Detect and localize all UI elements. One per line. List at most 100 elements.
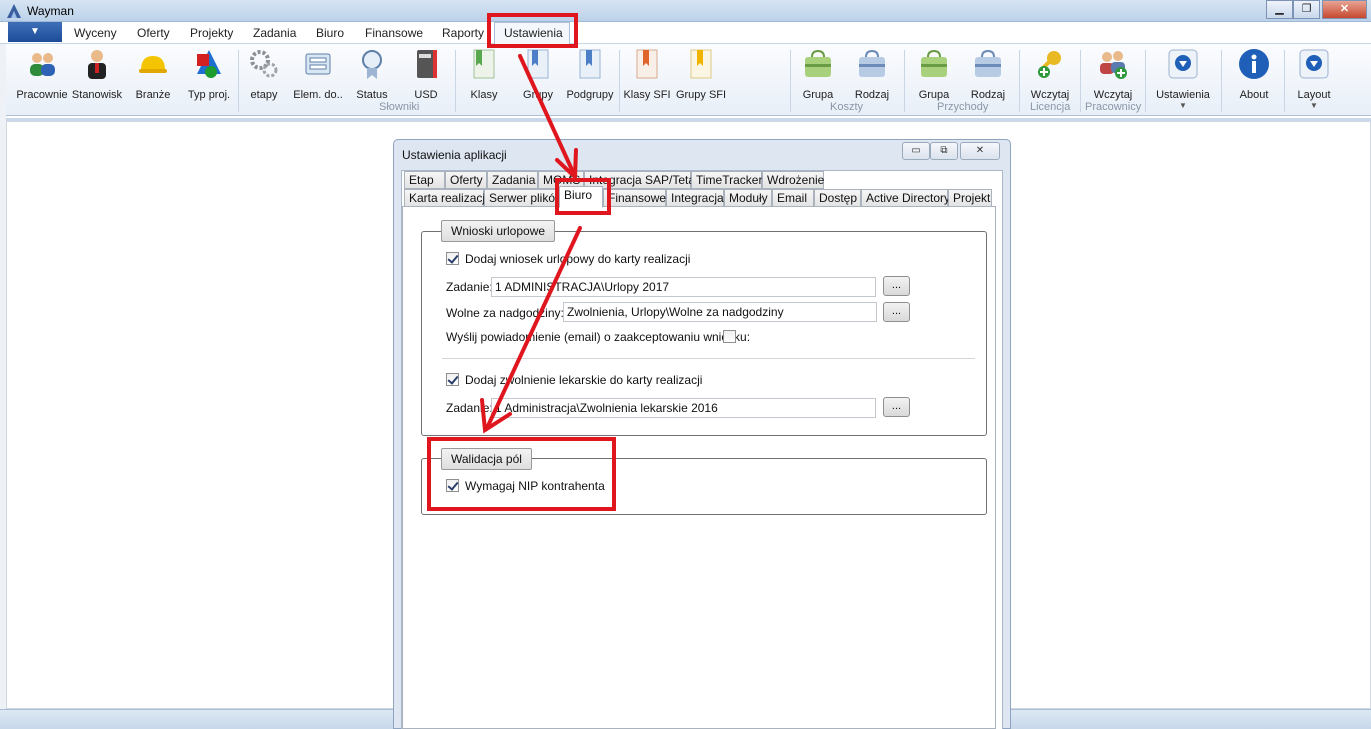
ribbon-koszty-grupa-button[interactable]: Grupa <box>798 48 838 101</box>
tab-karta-realizacji[interactable]: Karta realizacji <box>404 189 488 207</box>
ribbon-typ-proj-button[interactable]: Typ proj. <box>184 48 234 101</box>
tab-biuro[interactable]: Biuro <box>559 186 603 208</box>
menu-finansowe[interactable]: Finansowe <box>365 26 423 40</box>
add-sick-label: Dodaj zwolnienie lekarskie do karty real… <box>465 373 703 387</box>
ribbon-label: Rodzaj <box>970 89 1006 101</box>
ribbon-klasy-sfi-button[interactable]: Klasy SFI <box>620 48 674 101</box>
require-nip-label: Wymagaj NIP kontrahenta <box>465 479 605 493</box>
ribbon-label: Klasy SFI <box>623 89 671 101</box>
ribbon-branze-button[interactable]: Branże <box>130 48 176 101</box>
validation-group-header: Walidacja pól <box>441 448 532 470</box>
group-label-przychody: Przychody <box>937 101 989 113</box>
tab-integracja[interactable]: Integracja <box>666 189 724 207</box>
task-field[interactable]: 1 ADMINISTRACJA\Urlopy 2017 <box>491 277 876 297</box>
overtime-browse-button[interactable]: ... <box>883 302 910 322</box>
menu-projekty[interactable]: Projekty <box>190 26 233 40</box>
bookmark-yellow-icon <box>690 49 712 79</box>
tray-icon <box>305 53 331 75</box>
gears-icon <box>250 50 278 78</box>
tab-projekt[interactable]: Projekt <box>948 189 992 207</box>
ribbon-pracownicy-wczytaj-button[interactable]: Wczytaj <box>1088 48 1138 101</box>
app-menu-button[interactable]: ▼ <box>8 22 62 42</box>
ribbon-separator <box>904 50 905 112</box>
dialog-minimize-button[interactable]: ▭ <box>902 142 930 160</box>
ribbon-label: etapy <box>250 89 278 101</box>
tab-active-directory[interactable]: Active Directory <box>861 189 950 207</box>
tab-wdrozenie[interactable]: Wdrożenie <box>762 171 824 189</box>
ribbon-about-button[interactable]: About <box>1234 48 1274 101</box>
tab-email[interactable]: Email <box>772 189 814 207</box>
ribbon-label: Grupy SFI <box>675 89 727 101</box>
notify-checkbox[interactable] <box>723 330 736 343</box>
ribbon-ustawienia-button[interactable]: Ustawienia ▼ <box>1153 48 1213 110</box>
overtime-field[interactable]: Zwolnienia, Urlopy\Wolne za nadgodziny <box>563 302 877 322</box>
ribbon-grupy-button[interactable]: Grupy <box>516 48 560 101</box>
ribbon-stanowisk-button[interactable]: Stanowisk <box>70 48 124 101</box>
group-label-koszty: Koszty <box>830 101 864 113</box>
ribbon-layout-button[interactable]: Layout ▼ <box>1293 48 1335 110</box>
restore-button[interactable]: ❐ <box>1293 0 1320 19</box>
ribbon-label: Klasy <box>470 89 498 101</box>
sick-task-browse-button[interactable]: ... <box>883 397 910 417</box>
overtime-label: Wolne za nadgodziny: <box>446 306 564 320</box>
menu-raporty[interactable]: Raporty <box>442 26 484 40</box>
add-leave-label: Dodaj wniosek urlopowy do karty realizac… <box>465 252 691 266</box>
dialog-restore-button[interactable]: ⧉ <box>930 142 958 160</box>
tab-oferty[interactable]: Oferty <box>445 171 487 189</box>
close-button[interactable]: ✕ <box>1322 0 1367 19</box>
ribbon-status-button[interactable]: Status <box>352 48 392 101</box>
menu-zadania[interactable]: Zadania <box>253 26 296 40</box>
users-add-icon <box>1100 51 1127 79</box>
dialog-title: Ustawienia aplikacji <box>402 148 507 162</box>
ribbon-label: Layout <box>1297 89 1331 101</box>
bookmark-orange-icon <box>636 49 658 79</box>
tab-dostep[interactable]: Dostęp <box>814 189 861 207</box>
ribbon-separator <box>1284 50 1285 112</box>
ribbon-etapy-button[interactable]: etapy <box>242 48 286 101</box>
ribbon-label: USD <box>414 89 438 101</box>
ribbon-label: Elem. do.. <box>293 89 343 101</box>
dialog-close-button[interactable]: ✕ <box>960 142 1000 160</box>
down-circle-icon <box>1299 49 1329 79</box>
tab-finansowe[interactable]: Finansowe <box>603 189 666 207</box>
minimize-button[interactable]: ▁ <box>1266 0 1293 19</box>
ribbon-label: Grupy <box>523 89 553 101</box>
tab-zadania[interactable]: Zadania <box>487 171 538 189</box>
tab-moduly[interactable]: Moduły <box>724 189 772 207</box>
ribbon-klasy-button[interactable]: Klasy <box>462 48 506 101</box>
ribbon-separator <box>1145 50 1146 112</box>
menu-biuro[interactable]: Biuro <box>316 26 344 40</box>
tab-timetracker[interactable]: TimeTracker <box>691 171 762 189</box>
ribbon-podgrupy-button[interactable]: Podgrupy <box>565 48 615 101</box>
bookmark-blue-icon <box>579 49 601 79</box>
ribbon-pracownie-button[interactable]: Pracownie <box>14 48 70 101</box>
ribbon-grupy-sfi-button[interactable]: Grupy SFI <box>674 48 728 101</box>
down-circle-icon <box>1168 49 1198 79</box>
tab-serwer-plikow[interactable]: Serwer plików <box>484 189 564 207</box>
hardhat-icon <box>139 56 167 73</box>
ribbon-label: Stanowisk <box>71 89 123 101</box>
group-label-pracownicy: Pracownicy <box>1085 101 1142 113</box>
ribbon-licencja-wczytaj-button[interactable]: Wczytaj <box>1027 48 1073 101</box>
ribbon-przychody-rodzaj-button[interactable]: Rodzaj <box>968 48 1008 101</box>
ribbon-separator <box>790 50 791 112</box>
add-sick-checkbox[interactable] <box>446 373 459 386</box>
sick-task-field[interactable]: 1 Administracja\Zwolnienia lekarskie 201… <box>491 398 876 418</box>
ribbon-separator <box>1019 50 1020 112</box>
leave-group-header: Wnioski urlopowe <box>441 220 556 242</box>
menu-wyceny[interactable]: Wyceny <box>74 26 117 40</box>
ribbon-elem-button[interactable]: Elem. do.. <box>290 48 346 101</box>
ribbon-przychody-grupa-button[interactable]: Grupa <box>914 48 954 101</box>
tab-etap[interactable]: Etap <box>404 171 445 189</box>
ribbon-koszty-rodzaj-button[interactable]: Rodzaj <box>852 48 892 101</box>
menu-ustawienia[interactable]: Ustawienia <box>504 26 563 40</box>
key-add-icon <box>1038 51 1061 78</box>
group-label-slowniki: Słowniki <box>379 101 420 113</box>
require-nip-checkbox[interactable] <box>446 479 459 492</box>
task-browse-button[interactable]: ... <box>883 276 910 296</box>
ribbon-usd-button[interactable]: USD <box>406 48 446 101</box>
menu-oferty[interactable]: Oferty <box>137 26 170 40</box>
add-leave-checkbox[interactable] <box>446 252 459 265</box>
binder-icon <box>417 50 437 78</box>
ribbon-label: Grupa <box>802 89 834 101</box>
